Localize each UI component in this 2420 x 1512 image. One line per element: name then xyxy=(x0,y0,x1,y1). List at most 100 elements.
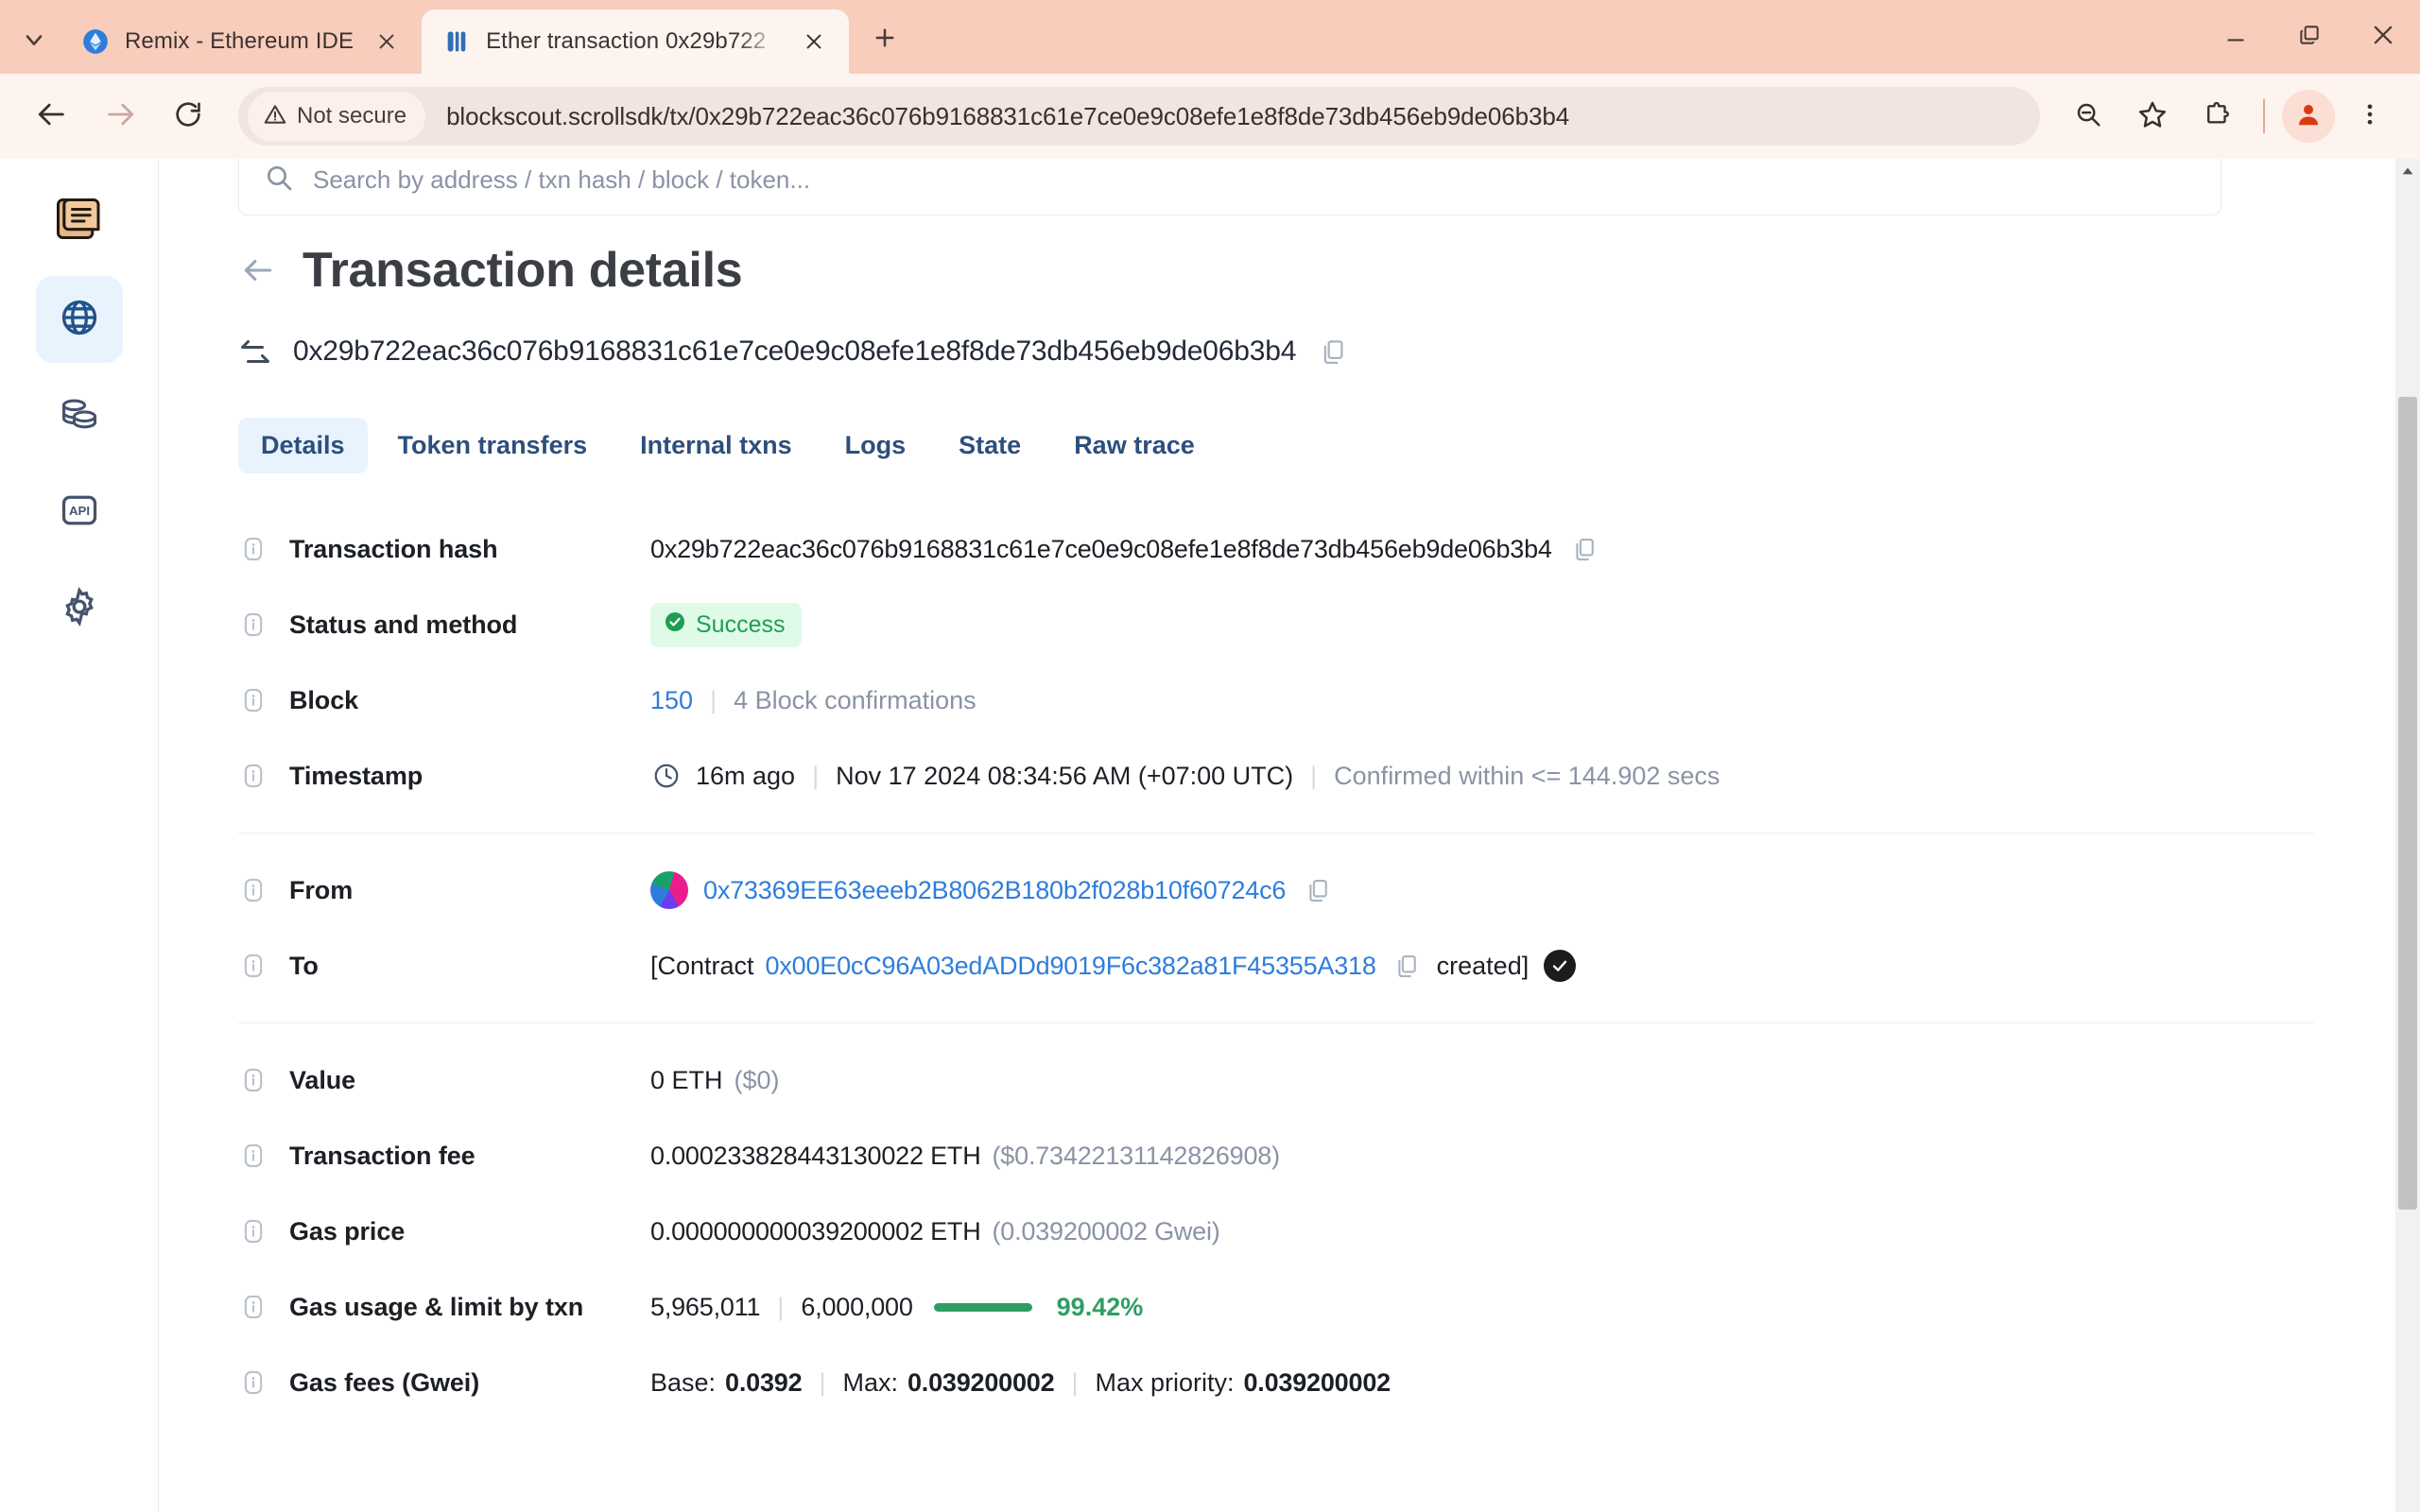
row-status-and-method: Status and method Success xyxy=(238,587,2314,662)
tab-raw-trace[interactable]: Raw trace xyxy=(1051,418,1218,473)
star-icon xyxy=(2137,99,2168,134)
tab-search-button[interactable] xyxy=(8,15,60,68)
timestamp-confirmed: Confirmed within <= 144.902 secs xyxy=(1334,761,1720,790)
row-from: From 0x73369EE63eeeb2B8062B180b2f028b10f… xyxy=(238,852,2314,928)
row-to: To [Contract 0x00E0cC96A03edADDd9019F6c3… xyxy=(238,928,2314,1004)
browser-tab-remix[interactable]: Remix - Ethereum IDE xyxy=(60,9,422,74)
gas-base-value: 0.0392 xyxy=(725,1367,803,1397)
page-scrollbar[interactable] xyxy=(2395,159,2420,1512)
tab-logs[interactable]: Logs xyxy=(822,418,929,473)
row-label: Transaction hash xyxy=(289,534,498,563)
window-controls xyxy=(2199,0,2420,74)
info-icon[interactable] xyxy=(238,685,268,715)
row-gas-usage: Gas usage & limit by txn 5,965,011 | 6,0… xyxy=(238,1269,2314,1345)
info-icon[interactable] xyxy=(238,951,268,981)
info-icon[interactable] xyxy=(238,1292,268,1322)
window-minimize-button[interactable] xyxy=(2199,0,2273,74)
to-address-link[interactable]: 0x00E0cC96A03edADDd9019F6c382a81F45355A3… xyxy=(766,952,1376,981)
detail-rows: Transaction hash 0x29b722eac36c076b91688… xyxy=(238,511,2314,1420)
status-text: Success xyxy=(696,610,786,638)
back-button[interactable] xyxy=(21,85,83,147)
sidebar-item-api[interactable]: API xyxy=(36,469,123,556)
tab-token-transfers[interactable]: Token transfers xyxy=(375,418,611,473)
zoom-out-icon xyxy=(2074,100,2102,133)
row-label: Block xyxy=(289,685,359,714)
window-maximize-button[interactable] xyxy=(2273,0,2346,74)
row-block: Block 150 | 4 Block confirmations xyxy=(238,662,2314,738)
tab-internal-txns[interactable]: Internal txns xyxy=(617,418,815,473)
chevron-down-icon xyxy=(21,26,47,58)
scrollbar-thumb[interactable] xyxy=(2398,397,2417,1210)
row-timestamp: Timestamp 16m ago | Nov 17 2024 08:34:56… xyxy=(238,738,2314,814)
chevron-up-icon xyxy=(2400,163,2415,183)
bookmark-button[interactable] xyxy=(2123,87,2182,146)
puzzle-icon xyxy=(2203,100,2231,133)
gas-base-label: Base: xyxy=(650,1367,717,1397)
site-security-button[interactable]: Not secure xyxy=(248,91,426,142)
row-label: Gas fees (Gwei) xyxy=(289,1367,480,1397)
extensions-button[interactable] xyxy=(2187,87,2246,146)
tab-close-icon[interactable] xyxy=(369,24,405,60)
info-icon[interactable] xyxy=(238,610,268,640)
sidebar-item-tokens[interactable] xyxy=(36,372,123,459)
value-amount: 0 ETH xyxy=(650,1065,723,1094)
tab-close-icon[interactable] xyxy=(796,24,832,60)
reload-button[interactable] xyxy=(157,85,219,147)
tab-details[interactable]: Details xyxy=(238,418,368,473)
scrollbar-up-button[interactable] xyxy=(2395,159,2420,187)
section-divider xyxy=(238,1022,2314,1023)
browser-toolbar: Not secure blockscout.scrollsdk/tx/0x29b… xyxy=(0,74,2420,159)
transaction-hash-value: 0x29b722eac36c076b9168831c61e7ce0e9c08ef… xyxy=(293,335,1297,367)
value-usd: ($0) xyxy=(734,1065,780,1094)
info-icon[interactable] xyxy=(238,1367,268,1398)
transaction-arrows-icon xyxy=(238,335,272,369)
fee-amount: 0.000233828443130022 ETH xyxy=(650,1141,981,1170)
info-icon[interactable] xyxy=(238,761,268,791)
row-value: Value 0 ETH ($0) xyxy=(238,1042,2314,1118)
tab-strip: Remix - Ethereum IDE Ether transaction 0… xyxy=(0,0,2420,74)
separator: | xyxy=(710,685,717,714)
gas-max-priority-value: 0.039200002 xyxy=(1243,1367,1391,1397)
svg-text:API: API xyxy=(69,503,90,517)
browser-menu-button[interactable] xyxy=(2341,87,2399,146)
new-tab-button[interactable] xyxy=(860,15,909,64)
copy-icon[interactable] xyxy=(1571,536,1598,562)
window-close-button[interactable] xyxy=(2346,0,2420,74)
api-icon: API xyxy=(59,490,100,536)
zoom-out-button[interactable] xyxy=(2059,87,2118,146)
info-icon[interactable] xyxy=(238,1216,268,1246)
profile-button[interactable] xyxy=(2282,90,2335,143)
back-arrow-icon[interactable] xyxy=(238,250,278,290)
check-circle-icon xyxy=(664,610,686,640)
info-icon[interactable] xyxy=(238,1141,268,1171)
row-label: Value xyxy=(289,1065,356,1094)
block-number-link[interactable]: 150 xyxy=(650,686,693,715)
info-icon[interactable] xyxy=(238,534,268,564)
browser-tab-blockscout[interactable]: Ether transaction 0x29b722 xyxy=(422,9,850,74)
from-address-link[interactable]: 0x73369EE63eeeb2B8062B180b2f028b10f60724… xyxy=(703,876,1286,905)
search-input[interactable]: Search by address / txn hash / block / t… xyxy=(238,159,2221,215)
site-security-label: Not secure xyxy=(297,103,407,129)
coins-icon xyxy=(59,393,100,439)
copy-icon[interactable] xyxy=(1305,877,1331,903)
restore-icon xyxy=(2297,23,2322,52)
browser-window: Remix - Ethereum IDE Ether transaction 0… xyxy=(0,0,2420,1512)
row-label: Status and method xyxy=(289,610,518,639)
row-label: Gas usage & limit by txn xyxy=(289,1292,584,1321)
copy-icon[interactable] xyxy=(1317,335,1349,368)
sidebar-item-blockchain[interactable] xyxy=(35,276,123,363)
forward-button[interactable] xyxy=(89,85,151,147)
tab-state[interactable]: State xyxy=(936,418,1044,473)
profile-avatar-icon xyxy=(2294,100,2323,133)
info-icon[interactable] xyxy=(238,875,268,905)
row-label: Transaction fee xyxy=(289,1141,475,1170)
row-label: Timestamp xyxy=(289,761,424,790)
row-gas-price: Gas price 0.000000000039200002 ETH (0.03… xyxy=(238,1194,2314,1269)
address-bar[interactable]: Not secure blockscout.scrollsdk/tx/0x29b… xyxy=(238,87,2040,146)
forward-arrow-icon xyxy=(104,98,136,135)
gas-max-label: Max: xyxy=(842,1367,898,1397)
info-icon[interactable] xyxy=(238,1065,268,1095)
sidebar-item-settings[interactable] xyxy=(36,565,123,652)
scroll-logo-button[interactable] xyxy=(36,180,123,266)
copy-icon[interactable] xyxy=(1393,953,1420,979)
